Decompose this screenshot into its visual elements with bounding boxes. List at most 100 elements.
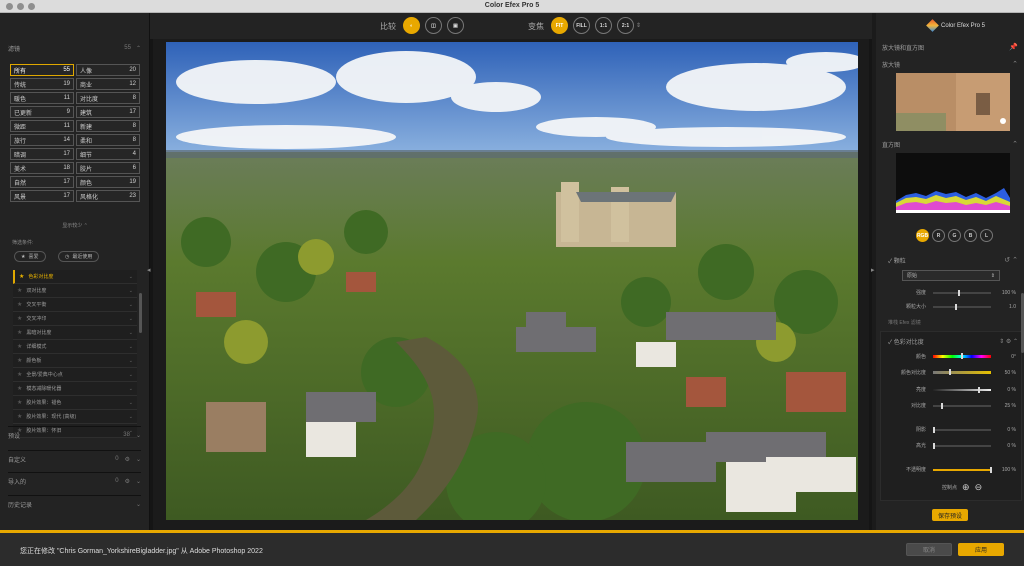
category-button[interactable]: 新建 8 [76,120,140,132]
check-icon[interactable]: ✓ [888,259,892,265]
star-icon[interactable]: ★ [17,414,22,420]
category-button[interactable]: 传统 19 [10,78,74,90]
show-less-button[interactable]: 显示较少 ⌃ [0,222,150,229]
category-button[interactable]: 人像 20 [76,64,140,76]
filter-list-item[interactable]: ★ 黑暗对比度 ⌄ [13,326,137,340]
zoom-fit-button[interactable]: FIT [551,17,568,34]
zoom-1-1-button[interactable]: 1:1 [595,17,612,34]
loupe-header[interactable]: 放大镜 ⌃ [882,58,1018,70]
history-section-header[interactable]: 历史记录 ⌄ [8,495,141,513]
category-button[interactable]: 所有 55 [10,64,74,76]
slider-handle[interactable] [940,402,943,409]
split-view-button[interactable]: ◐ [403,17,420,34]
slider-track[interactable] [933,289,991,296]
zoom-stepper-icon[interactable]: ⇕ [636,22,641,29]
filter-list-item[interactable]: ★ 双对比度 ⌄ [13,284,137,298]
left-scrollbar[interactable] [139,293,142,333]
histogram-rgb-button[interactable]: RGB [916,229,929,242]
stepper-icon[interactable]: ⇕ [999,339,1004,345]
star-icon[interactable]: ★ [17,288,22,294]
category-button[interactable]: 风格化 23 [76,190,140,202]
category-button[interactable]: 暗调 17 [10,148,74,160]
slider-track[interactable] [933,466,992,473]
histogram-r-button[interactable]: R [932,229,945,242]
filter-list-item[interactable]: ★ 详细模式 ⌄ [13,340,137,354]
slider-handle[interactable] [949,369,952,375]
filter-list-item[interactable]: ★ 交叉冲印 ⌄ [13,312,137,326]
filter-list-item[interactable]: ★ 胶片效果：现代 (高级) ⌄ [13,410,137,424]
filter-card-header[interactable]: ✓ 色彩对比度 ⇕ ⚙ ⌃ [888,335,1018,347]
star-icon[interactable]: ★ [17,344,22,350]
category-button[interactable]: 对比度 8 [76,92,140,104]
category-button[interactable]: 自然 17 [10,176,74,188]
slider-handle[interactable] [958,289,961,296]
side-by-side-button[interactable]: ◫ [425,17,442,34]
filters-section-header[interactable]: 滤镜 55 ⌃ [8,42,141,54]
gear-icon[interactable]: ⚙ [1006,339,1011,345]
left-divider[interactable] [150,39,153,530]
filter-list-item[interactable]: ★ 胶片效果：褪色 ⌄ [13,396,137,410]
cancel-button[interactable]: 取消 [906,543,952,556]
histogram-g-button[interactable]: G [948,229,961,242]
remove-control-point-icon[interactable]: ⊖ [975,482,983,493]
slider-track[interactable] [933,303,991,310]
photo-preview[interactable] [166,42,858,520]
category-button[interactable]: 柔和 8 [76,134,140,146]
histogram-l-button[interactable]: L [980,229,993,242]
category-button[interactable]: 颜色 19 [76,176,140,188]
category-button[interactable]: 暖色 11 [10,92,74,104]
star-icon[interactable]: ★ [17,386,22,392]
histogram-b-button[interactable]: B [964,229,977,242]
slider-handle[interactable] [978,386,981,393]
filter-list-item[interactable]: ★ 全景/爱典中心点 ⌄ [13,368,137,382]
slider-track[interactable] [933,402,991,409]
slider-track[interactable] [933,426,991,433]
filter-list-item[interactable]: ★ 模态减除暖化器 ⌄ [13,382,137,396]
custom-section-header[interactable]: 自定义 0 ⚙ ⌄ [8,450,141,468]
zoom-fill-button[interactable]: FILL [573,17,590,34]
collapse-right-icon[interactable]: ▸ [871,266,875,274]
star-icon[interactable]: ★ [17,302,22,308]
original-view-button[interactable]: ▣ [447,17,464,34]
star-icon[interactable]: ★ [17,400,22,406]
loupe-preview[interactable] [896,73,1010,131]
zoom-2-1-button[interactable]: 2:1 [617,17,634,34]
chip-favorites[interactable]: ★ 喜爱 [14,251,46,262]
histogram-header[interactable]: 直方图 ⌃ [882,138,1018,150]
category-button[interactable]: 旅行 14 [10,134,74,146]
slider-handle[interactable] [990,466,992,473]
slider-handle[interactable] [961,353,963,359]
magnifier-histogram-header[interactable]: 放大镜和直方图 📌 [882,41,1018,53]
chip-recent[interactable]: ◷ 最近使用 [58,251,100,262]
slider-track[interactable] [933,442,991,449]
imported-section-header[interactable]: 导入的 0 ⚙ ⌄ [8,472,141,490]
star-icon[interactable]: ★ [17,316,22,322]
category-button[interactable]: 建筑 17 [76,106,140,118]
filter-list-item[interactable]: ★ 色彩对比度 ⌄ [13,270,137,284]
category-button[interactable]: 美术 18 [10,162,74,174]
category-button[interactable]: 细节 4 [76,148,140,160]
filter-list-item[interactable]: ★ 交叉平衡 ⌄ [13,298,137,312]
star-icon[interactable]: ★ [17,372,22,378]
gear-icon[interactable]: ⚙ [125,478,130,485]
gear-icon[interactable]: ⚙ [125,456,130,463]
category-button[interactable]: 微距 11 [10,120,74,132]
grain-preset-select[interactable]: 原始 ⇕ [902,270,1000,281]
reset-icon[interactable]: ↺ [1004,257,1010,264]
slider-track[interactable] [933,386,991,393]
presets-section-header[interactable]: 预设 38 ⌄ [8,426,141,444]
slider-handle[interactable] [933,442,936,449]
check-icon[interactable]: ✓ [888,340,892,346]
slider-handle[interactable] [955,303,958,310]
star-icon[interactable]: ★ [17,330,22,336]
filter-list-item[interactable]: ★ 颜色板 ⌄ [13,354,137,368]
star-icon[interactable]: ★ [17,358,22,364]
category-button[interactable]: 已更新 9 [10,106,74,118]
slider-handle[interactable] [933,426,936,433]
add-control-point-icon[interactable]: ⊕ [962,482,970,493]
category-button[interactable]: 胶片 6 [76,162,140,174]
save-preset-button[interactable]: 保存预设 [932,509,968,521]
category-button[interactable]: 风景 17 [10,190,74,202]
category-button[interactable]: 商业 12 [76,78,140,90]
slider-track[interactable] [933,353,991,359]
